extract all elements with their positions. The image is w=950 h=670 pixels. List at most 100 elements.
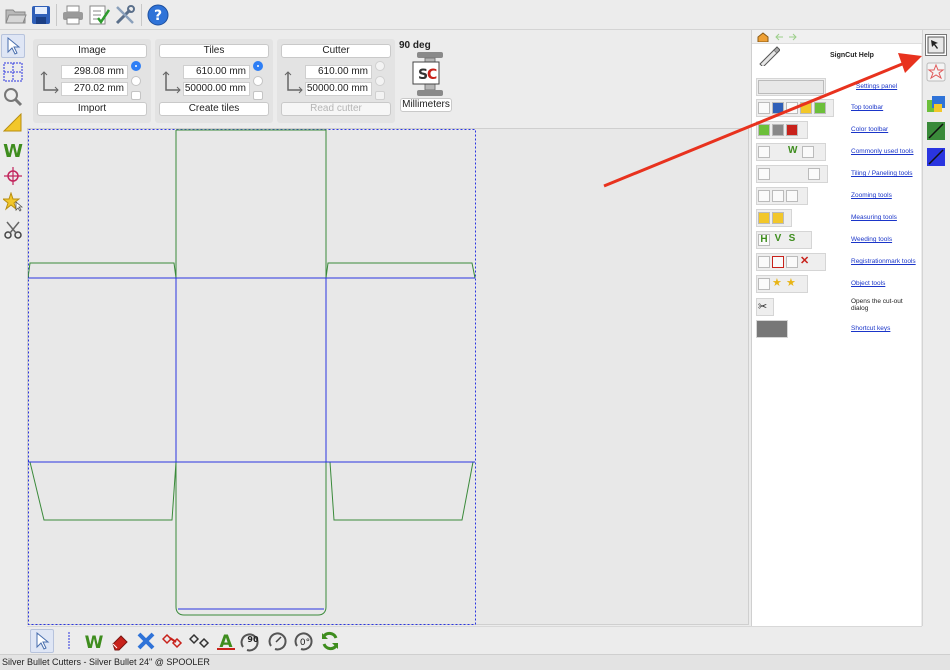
svg-text:W: W [3, 141, 23, 160]
cutter-lock-checkbox[interactable] [375, 91, 385, 100]
signcut-cutter-orientation-icon[interactable]: S C [411, 52, 449, 96]
tools-icon[interactable] [113, 3, 137, 27]
shortcut-keys-thumbnail [756, 320, 788, 338]
help-link[interactable]: Zooming tools [851, 192, 892, 199]
zoom-icon[interactable] [1, 85, 25, 109]
star-outline-icon[interactable] [925, 61, 947, 83]
help-title: SignCut Help [830, 52, 874, 59]
help-item-weeding-tools[interactable]: HVS Weeding tools [756, 231, 918, 251]
orientation-label: 90 deg [399, 40, 431, 51]
text-outline-icon[interactable]: A [214, 629, 238, 653]
checklist-icon[interactable] [87, 3, 111, 27]
forward-arrow-icon[interactable] [788, 33, 798, 41]
rotate-90-icon[interactable]: 90 [239, 629, 263, 653]
registration-mark-icon[interactable] [1, 164, 25, 188]
help-item-registration-tools[interactable]: ✕ Registrationmark tools [756, 253, 918, 273]
eraser-icon[interactable] [108, 629, 132, 653]
back-arrow-icon[interactable] [774, 33, 784, 41]
box-cut-path[interactable] [28, 129, 476, 616]
rotate-0-icon[interactable]: 0° [292, 629, 316, 653]
cutter-radio[interactable] [375, 61, 385, 71]
help-item-settings-panel[interactable]: Settings panel [756, 78, 918, 98]
scissors-icon[interactable] [1, 218, 25, 242]
help-item-cutout-dialog[interactable]: ✂ Opens the cut-out dialog [756, 298, 918, 318]
tiles-radio-selected[interactable] [253, 61, 263, 71]
tiling-grid-icon[interactable] [1, 60, 25, 84]
help-link[interactable]: Shortcut keys [851, 325, 890, 332]
refresh-icon[interactable] [318, 629, 342, 653]
cutout-dialog-thumbnail: ✂ [756, 298, 774, 316]
color-layers-icon[interactable] [925, 93, 947, 115]
save-icon[interactable] [29, 3, 53, 27]
image-radio-selected[interactable] [131, 61, 141, 71]
tiles-radio[interactable] [253, 76, 263, 86]
divider-line-icon [57, 629, 81, 653]
delete-x-icon[interactable] [134, 629, 158, 653]
blue-line-icon[interactable] [925, 146, 947, 168]
measuring-tools-thumbnail [756, 209, 792, 227]
image-radio[interactable] [131, 76, 141, 86]
tile-lines [28, 277, 475, 610]
cutter-group: Cutter 610.00 mm 50000.00 mm Read cutter [277, 39, 395, 123]
measure-icon[interactable] [1, 111, 25, 135]
help-item-color-toolbar[interactable]: Color toolbar [756, 121, 918, 141]
open-folder-icon[interactable] [4, 3, 28, 27]
tiles-label: Tiles [159, 44, 269, 58]
help-item-common-tools[interactable]: W Commonly used tools [756, 143, 918, 163]
help-description: Opens the cut-out dialog [851, 298, 903, 312]
settings-panel: Image 298.08 mm 270.02 mm Import Tiles 6… [27, 30, 749, 127]
select-arrow-icon[interactable] [30, 629, 54, 653]
weeding-tools-thumbnail: HVS [756, 231, 812, 249]
design-canvas[interactable] [27, 128, 749, 625]
help-icon[interactable]: ? [146, 3, 170, 27]
help-item-tiling-tools[interactable]: Tiling / Paneling tools [756, 165, 918, 185]
registration-tools-thumbnail: ✕ [756, 253, 826, 271]
help-panel: SignCut Help Settings panel Top toolbar … [751, 30, 922, 626]
tiles-lock-checkbox[interactable] [253, 91, 263, 100]
tiles-group: Tiles 610.00 mm 50000.00 mm Create tiles [155, 39, 273, 123]
home-icon[interactable] [757, 32, 769, 42]
settings-panel-thumbnail [756, 78, 826, 96]
weed-icon[interactable]: W [82, 629, 106, 653]
cutter-width-field[interactable]: 610.00 mm [305, 65, 372, 79]
help-link[interactable]: Registrationmark tools [851, 258, 916, 265]
weeding-icon[interactable]: W [1, 138, 25, 162]
read-cutter-button[interactable]: Read cutter [281, 102, 391, 116]
svg-text:C: C [427, 67, 437, 83]
top-toolbar-thumbnail [756, 99, 834, 117]
tiles-height-field[interactable]: 50000.00 mm [183, 82, 250, 96]
help-item-shortcut-keys[interactable]: Shortcut keys [756, 320, 918, 340]
select-arrow-icon[interactable] [1, 34, 25, 58]
help-link[interactable]: Measuring tools [851, 214, 897, 221]
screen-pointer-icon[interactable] [925, 34, 947, 56]
rotate-custom-icon[interactable] [266, 629, 290, 653]
help-item-measuring-tools[interactable]: Measuring tools [756, 209, 918, 229]
green-line-icon[interactable] [925, 120, 947, 142]
help-item-object-tools[interactable]: ★ ★ Object tools [756, 275, 918, 295]
image-height-field[interactable]: 270.02 mm [61, 82, 128, 96]
printer-icon[interactable] [61, 3, 85, 27]
help-item-top-toolbar[interactable]: Top toolbar [756, 99, 918, 119]
help-item-zooming-tools[interactable]: Zooming tools [756, 187, 918, 207]
cutter-radio[interactable] [375, 76, 385, 86]
image-width-field[interactable]: 298.08 mm [61, 65, 128, 79]
help-link[interactable]: Color toolbar [851, 126, 888, 133]
star-object-icon[interactable] [1, 190, 25, 214]
import-button[interactable]: Import [37, 102, 147, 116]
help-link[interactable]: Settings panel [856, 83, 897, 90]
left-toolbar: W [0, 30, 26, 626]
help-link[interactable]: Top toolbar [851, 104, 883, 111]
cutter-height-field[interactable]: 50000.00 mm [305, 82, 372, 96]
create-tiles-button[interactable]: Create tiles [159, 102, 269, 116]
units-button[interactable]: Millimeters [400, 98, 452, 112]
help-link[interactable]: Object tools [851, 280, 885, 287]
image-lock-checkbox[interactable] [131, 91, 141, 100]
rotate-90-label: 90 [247, 635, 259, 644]
help-link[interactable]: Tiling / Paneling tools [851, 170, 913, 177]
node-diamond-red-icon[interactable] [161, 629, 185, 653]
help-link[interactable]: Commonly used tools [851, 148, 914, 155]
help-link[interactable]: Weeding tools [851, 236, 892, 243]
tiles-width-field[interactable]: 610.00 mm [183, 65, 250, 79]
node-diamond-icon[interactable] [188, 629, 212, 653]
object-tools-thumbnail: ★ ★ [756, 275, 808, 293]
